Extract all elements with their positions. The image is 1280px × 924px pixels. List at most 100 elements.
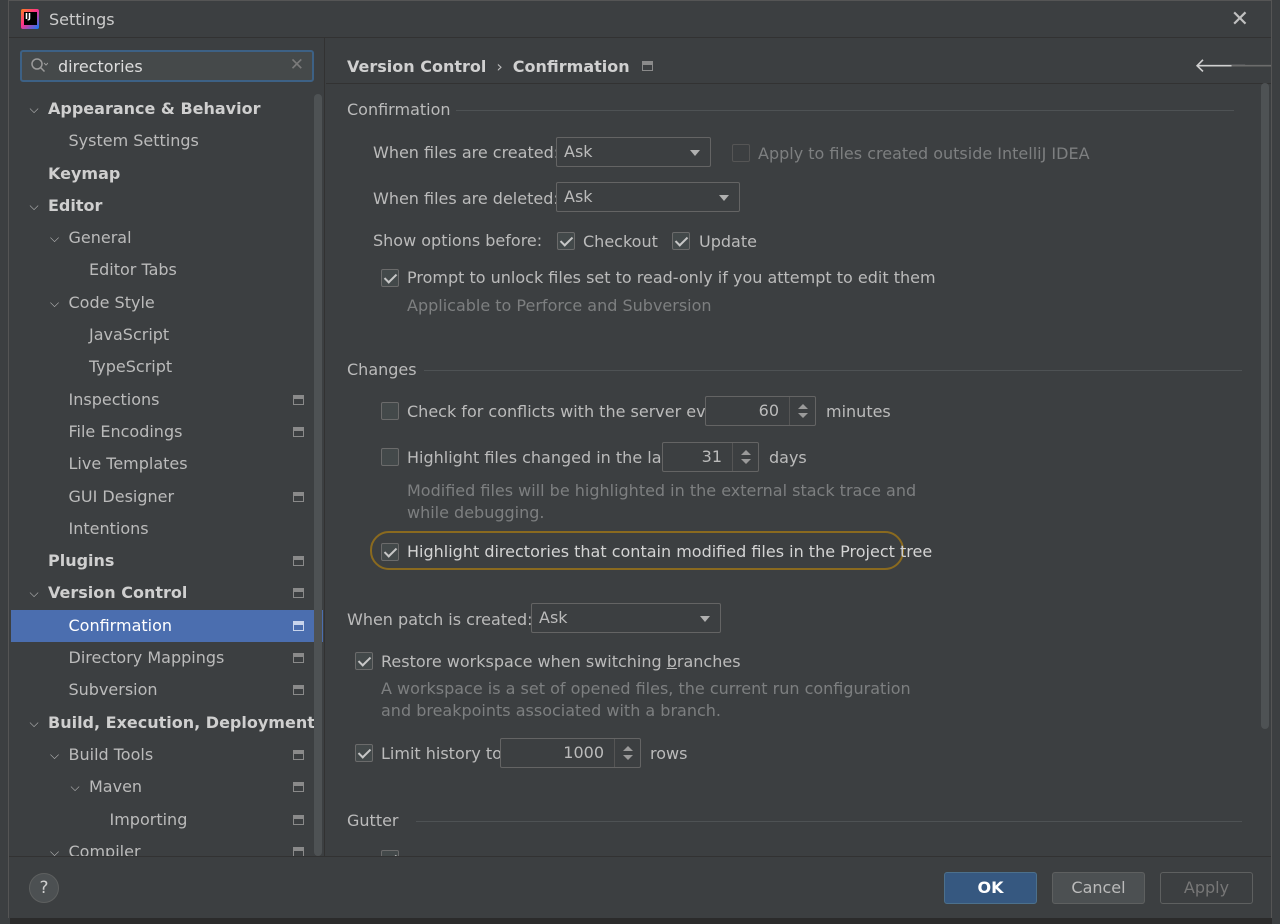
spinner-up-icon[interactable] [741, 450, 751, 455]
settings-sidebar: ✕ ⌵ Appearance & Behavior System Settings K… [9, 38, 325, 856]
tree-item-label: Build Tools [68, 744, 154, 764]
project-level-icon [293, 846, 304, 856]
tree-item[interactable]: ⌵ Compiler [11, 836, 311, 856]
chevron-down-icon[interactable]: ⌵ [48, 287, 62, 319]
tree-item[interactable]: ⌵ General [11, 222, 311, 254]
spinner-down-icon[interactable] [623, 755, 633, 760]
help-button[interactable]: ? [29, 873, 59, 903]
tree-item[interactable]: Directory Mappings [11, 642, 311, 674]
tree-item[interactable]: ⌵ Code Style [11, 287, 311, 319]
chevron-down-icon [719, 195, 729, 201]
chevron-down-icon[interactable]: ⌵ [48, 739, 62, 771]
tree-item[interactable]: TypeScript [11, 351, 311, 383]
tree-item[interactable]: ⌵ Build, Execution, Deployment [11, 707, 314, 739]
window-title: Settings [49, 10, 115, 29]
files-created-combo[interactable]: Ask [556, 137, 711, 167]
changes-section-title: Changes [347, 360, 417, 379]
forward-arrow-icon[interactable]: 🡒 [1229, 53, 1271, 77]
spinner-arrows[interactable] [732, 443, 758, 471]
content-scrollbar[interactable] [1261, 83, 1269, 729]
clear-search-icon[interactable]: ✕ [290, 55, 304, 75]
spinner-down-icon[interactable] [741, 459, 751, 464]
highlight-changed-checkbox[interactable] [381, 448, 399, 466]
apply-button[interactable]: Apply [1160, 872, 1253, 904]
tree-item-label: Plugins [48, 551, 115, 571]
conflicts-interval-spinner[interactable]: 60 [705, 396, 816, 426]
tree-item[interactable]: ⌵ Editor [11, 190, 311, 222]
tree-item-label: Inspections [68, 389, 160, 409]
tree-item[interactable]: Inspections [11, 384, 311, 416]
tree-item[interactable]: Intentions [11, 513, 311, 545]
tree-item[interactable]: Importing [11, 804, 311, 836]
chevron-down-icon[interactable]: ⌵ [27, 93, 41, 125]
breadcrumb: Version Control › Confirmation [347, 57, 653, 76]
project-level-icon [293, 782, 304, 793]
chevron-down-icon[interactable]: ⌵ [48, 222, 62, 254]
patch-created-combo[interactable]: Ask [531, 603, 721, 633]
limit-history-label: Limit history to [381, 744, 502, 763]
patch-created-value: Ask [539, 608, 568, 627]
chevron-down-icon[interactable]: ⌵ [27, 707, 41, 739]
tree-item[interactable]: Keymap [11, 158, 311, 190]
highlight-days-spinner[interactable]: 31 [662, 442, 759, 472]
update-checkbox[interactable] [672, 232, 690, 250]
checkout-checkbox[interactable] [557, 232, 575, 250]
chevron-down-icon[interactable]: ⌵ [48, 836, 62, 856]
tree-item[interactable]: ⌵ Appearance & Behavior [11, 93, 311, 125]
settings-tree: ⌵ Appearance & Behavior System Settings Key… [11, 93, 323, 856]
tree-item[interactable]: Confirmation [11, 609, 323, 643]
breadcrumb-parent[interactable]: Version Control [347, 57, 486, 76]
tree-item[interactable]: ⌵ Build Tools [11, 739, 311, 771]
tree-item-label: Appearance & Behavior [48, 99, 261, 118]
restore-label-part-1: Restore workspace when switching [381, 652, 667, 671]
tree-item-label: Maven [89, 777, 143, 797]
conflicts-interval-value: 60 [758, 401, 779, 420]
files-deleted-combo[interactable]: Ask [556, 182, 740, 212]
tree-item[interactable]: System Settings [11, 125, 311, 157]
tree-item-label: Build, Execution, Deployment [48, 712, 315, 732]
search-box[interactable]: ✕ [20, 50, 314, 82]
highlight-changed-label: Highlight files changed in the last [407, 448, 677, 467]
gutter-section-title: Gutter [347, 811, 399, 830]
spinner-arrows[interactable] [614, 739, 640, 767]
spinner-down-icon[interactable] [798, 413, 808, 418]
prompt-unlock-hint: Applicable to Perforce and Subversion [407, 296, 712, 315]
search-input[interactable] [58, 55, 278, 77]
chevron-down-icon[interactable]: ⌵ [27, 190, 41, 222]
chevron-down-icon[interactable]: ⌵ [68, 771, 82, 803]
tree-item[interactable]: ⌵ Maven [11, 771, 311, 803]
tree-item-label: Confirmation [68, 615, 173, 635]
tree-item[interactable]: Subversion [11, 674, 311, 706]
search-icon[interactable] [30, 57, 48, 75]
tree-item[interactable]: Live Templates [11, 448, 311, 480]
check-conflicts-checkbox[interactable] [381, 402, 399, 420]
spinner-up-icon[interactable] [623, 746, 633, 751]
restore-workspace-checkbox[interactable] [355, 652, 373, 670]
tree-item[interactable]: Plugins [11, 545, 311, 577]
history-limit-spinner[interactable]: 1000 [500, 738, 641, 768]
chevron-down-icon[interactable]: ⌵ [27, 577, 41, 609]
restore-workspace-label: Restore workspace when switching branche… [381, 652, 741, 671]
tree-item[interactable]: ⌵ Version Control [11, 577, 311, 609]
spinner-up-icon[interactable] [798, 404, 808, 409]
tree-item[interactable]: JavaScript [11, 319, 311, 351]
cancel-button[interactable]: Cancel [1052, 872, 1145, 904]
spinner-arrows[interactable] [789, 397, 815, 425]
apply-outside-checkbox[interactable] [732, 144, 750, 162]
highlight-directories-checkbox[interactable] [381, 543, 399, 561]
project-level-icon [293, 653, 304, 664]
tree-item-label: Editor [48, 195, 103, 215]
tree-item-label: TypeScript [89, 357, 173, 377]
tree-item-label: Subversion [68, 680, 158, 700]
tree-item-label: System Settings [68, 131, 199, 151]
files-deleted-value: Ask [564, 187, 593, 206]
close-icon[interactable]: ✕ [1231, 7, 1249, 32]
tree-item[interactable]: Editor Tabs [11, 254, 311, 286]
project-level-icon [293, 556, 304, 567]
sidebar-scrollbar[interactable] [314, 94, 322, 856]
prompt-unlock-checkbox[interactable] [381, 269, 399, 287]
limit-history-checkbox[interactable] [355, 744, 373, 762]
tree-item[interactable]: File Encodings [11, 416, 311, 448]
tree-item[interactable]: GUI Designer [11, 481, 311, 513]
ok-button[interactable]: OK [944, 872, 1037, 904]
